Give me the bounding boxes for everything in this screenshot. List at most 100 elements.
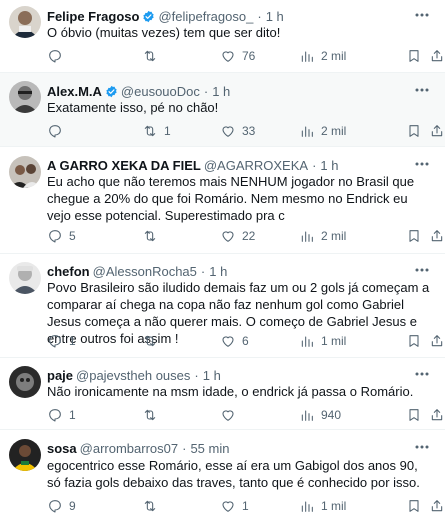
avatar[interactable] [9,439,41,471]
handle[interactable]: @AGARROXEKA [204,158,308,173]
bookmark-button[interactable] [406,405,422,425]
bookmark-button[interactable] [406,331,422,351]
display-name[interactable]: A GARRO XEKA DA FIEL [47,158,201,173]
separator-dot: · [194,367,199,383]
more-options-icon[interactable] [413,82,431,98]
display-name[interactable]: chefon [47,264,90,279]
retweet-icon [144,125,156,137]
like-button[interactable]: 1 [220,496,249,516]
views-button[interactable]: 2 mil [299,121,346,141]
views-button[interactable]: 2 mil [299,226,346,246]
bookmark-icon [409,409,419,421]
reply-icon [49,335,61,348]
tweet[interactable]: A GARRO XEKA DA FIEL @AGARROXEKA · 1 h E… [0,147,445,254]
share-button[interactable] [429,46,445,66]
heart-icon [222,51,234,62]
retweet-button[interactable] [142,405,164,425]
tweet-text: Exatamente isso, pé no chão! [47,100,219,115]
timestamp[interactable]: 1 h [266,9,284,24]
heart-icon [222,126,234,137]
reply-button[interactable]: 9 [47,496,76,516]
reply-button[interactable]: 5 [47,226,76,246]
share-button[interactable] [429,121,445,141]
tweet-header: Felipe Fragoso @felipefragoso_ · 1 h [47,7,437,25]
retweet-button[interactable] [142,46,164,66]
share-icon [431,50,443,62]
heart-icon [222,501,234,512]
share-button[interactable] [429,496,445,516]
timestamp[interactable]: 1 h [320,158,338,173]
like-button[interactable]: 76 [220,46,255,66]
reply-button[interactable]: 1 [47,405,76,425]
bookmark-icon [409,50,419,62]
reply-feed: Felipe Fragoso @felipefragoso_ · 1 h O ó… [0,0,445,524]
like-button[interactable] [220,405,242,425]
share-icon [431,335,443,347]
avatar[interactable] [9,156,41,188]
display-name[interactable]: Alex.M.A [47,84,102,99]
avatar[interactable] [9,6,41,38]
more-options-icon[interactable] [413,366,431,382]
share-button[interactable] [429,405,445,425]
views-button[interactable]: 2 mil [299,46,346,66]
retweet-button[interactable] [142,331,164,351]
views-button[interactable]: 1 mil [299,496,346,516]
heart-icon [222,231,234,242]
like-button[interactable]: 22 [220,226,255,246]
handle[interactable]: @pajevstheh ouses [76,368,190,383]
tweet[interactable]: chefon @AlessonRocha5 · 1 h Povo Brasile… [0,254,445,358]
timestamp[interactable]: 1 h [212,84,230,99]
timestamp[interactable]: 55 min [190,441,229,456]
share-icon [431,409,443,421]
more-options-icon[interactable] [413,7,431,23]
more-options-icon[interactable] [413,262,431,278]
tweet[interactable]: sosa @arrombarros07 · 55 min egocentrico… [0,430,445,524]
views-button[interactable]: 1 mil [299,331,346,351]
share-button[interactable] [429,331,445,351]
share-icon [431,125,443,137]
handle[interactable]: @eusouoDoc [121,84,200,99]
views-button[interactable]: 940 [299,405,341,425]
tweet-header: chefon @AlessonRocha5 · 1 h [47,262,437,280]
like-button[interactable]: 33 [220,121,255,141]
bookmark-button[interactable] [406,496,422,516]
bookmark-button[interactable] [406,46,422,66]
handle[interactable]: @felipefragoso_ [158,9,253,24]
reply-icon [49,409,61,422]
avatar[interactable] [9,262,41,294]
heart-icon [222,410,234,421]
handle[interactable]: @arrombarros07 [80,441,178,456]
avatar[interactable] [9,81,41,113]
action-bar: 1 33 2 mil [47,121,443,141]
reply-icon [49,500,61,513]
retweet-button[interactable] [142,496,164,516]
more-options-icon[interactable] [413,156,431,172]
bookmark-icon [409,230,419,242]
tweet[interactable]: paje @pajevstheh ouses · 1 h Não ironica… [0,358,445,430]
display-name[interactable]: paje [47,368,73,383]
display-name[interactable]: Felipe Fragoso [47,9,139,24]
bookmark-icon [409,335,419,347]
tweet[interactable]: Felipe Fragoso @felipefragoso_ · 1 h O ó… [0,0,445,73]
avatar[interactable] [9,366,41,398]
reply-button[interactable]: 1 [47,331,76,351]
retweet-button[interactable] [142,226,164,246]
display-name[interactable]: sosa [47,441,77,456]
timestamp[interactable]: 1 h [203,368,221,383]
tweet-header: paje @pajevstheh ouses · 1 h [47,366,437,384]
tweet-header: A GARRO XEKA DA FIEL @AGARROXEKA · 1 h [47,156,437,174]
share-button[interactable] [429,226,445,246]
bookmark-icon [409,500,419,512]
like-button[interactable]: 6 [220,331,249,351]
bookmark-button[interactable] [406,121,422,141]
retweet-button[interactable]: 1 [142,121,171,141]
tweet[interactable]: Alex.M.A @eusouoDoc · 1 h Exatamente iss… [0,73,445,147]
bookmark-button[interactable] [406,226,422,246]
timestamp[interactable]: 1 h [209,264,227,279]
handle[interactable]: @AlessonRocha5 [93,264,197,279]
reply-button[interactable] [47,121,69,141]
reply-icon [49,50,61,63]
tweet-text: egocentrico esse Romário, esse aí era um… [47,458,420,490]
more-options-icon[interactable] [413,439,431,455]
reply-button[interactable] [47,46,69,66]
